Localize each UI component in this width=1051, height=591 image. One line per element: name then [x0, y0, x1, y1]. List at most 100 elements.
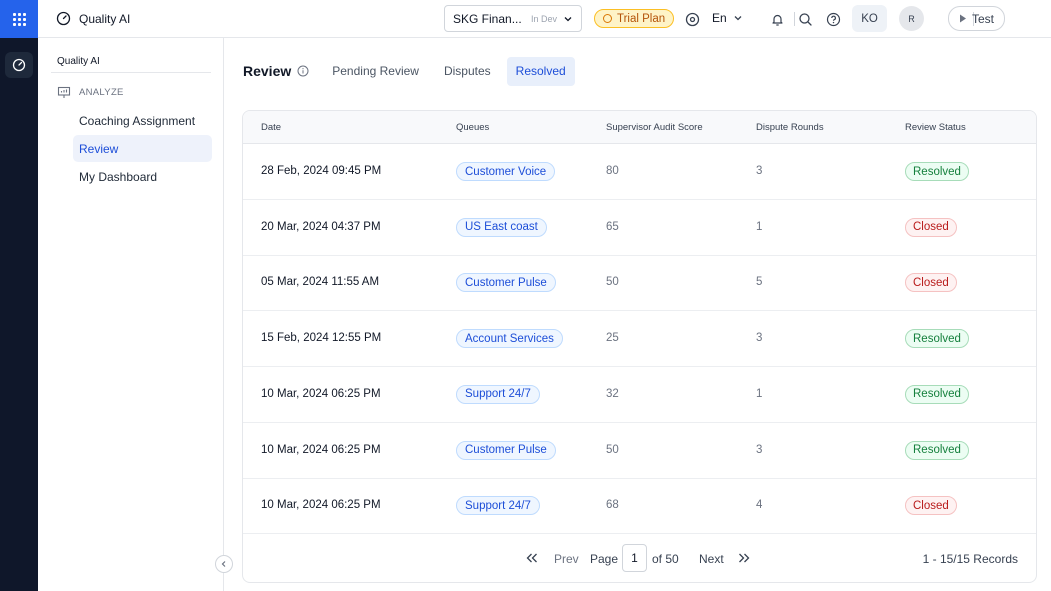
- review-tabs: Review Pending Review Disputes Resolved: [243, 56, 582, 86]
- cell-date: 05 Mar, 2024 11:55 AM: [261, 276, 380, 289]
- status-badge: Closed: [905, 496, 957, 516]
- table-row[interactable]: 05 Mar, 2024 11:55 AM Customer Pulse 50 5 Cl…: [243, 255, 1036, 312]
- column-header-score[interactable]: Supervisor Audit Score: [606, 122, 703, 133]
- status-badge: Resolved: [905, 440, 969, 460]
- queue-tag: Support 24/7: [456, 496, 540, 516]
- language-select[interactable]: En: [712, 11, 743, 25]
- tab-pending-review[interactable]: Pending Review: [323, 57, 428, 86]
- cell-date: 10 Mar, 2024 06:25 PM: [261, 443, 381, 456]
- language-label: En: [712, 11, 727, 25]
- sidebar-header: Quality AI: [57, 56, 100, 67]
- app-rail: [0, 0, 38, 591]
- grid-icon: [12, 12, 26, 26]
- gauge-icon: [56, 11, 71, 26]
- status-badge: Resolved: [905, 384, 969, 404]
- notifications-button[interactable]: [768, 10, 786, 28]
- sidebar-item-label: My Dashboard: [79, 169, 158, 184]
- queue-tag: US East coast: [456, 217, 547, 237]
- queue-tag: Customer Voice: [456, 162, 556, 181]
- test-button-label: Test: [971, 11, 994, 26]
- settings-button[interactable]: [683, 10, 701, 28]
- app-title: Quality AI: [56, 11, 130, 26]
- column-header-review-status[interactable]: Review Status: [905, 122, 966, 133]
- status-badge: Closed: [905, 217, 957, 237]
- status-badge: Resolved: [905, 329, 969, 349]
- cell-score: 80: [606, 165, 619, 177]
- pagination: Prev Page 1 of 50 Next 1 - 15/15 Records: [243, 534, 1036, 582]
- page-title-text: Review: [243, 63, 292, 79]
- column-header-queues[interactable]: Queues: [456, 122, 489, 133]
- table-row[interactable]: 28 Feb, 2024 09:45 PM Customer Voice 80 3 Re…: [243, 144, 1036, 200]
- app-launcher-button[interactable]: [0, 0, 38, 38]
- cell-dispute-rounds: 3: [756, 443, 763, 456]
- cell-score: 50: [606, 443, 619, 456]
- column-header-dispute-rounds[interactable]: Dispute Rounds: [756, 122, 824, 133]
- tab-resolved[interactable]: Resolved: [506, 56, 575, 86]
- table-row[interactable]: 10 Mar, 2024 06:25 PM Customer Pulse 50 3 Re…: [243, 423, 1036, 479]
- search-icon: [798, 12, 812, 26]
- cell-dispute-rounds: 4: [756, 499, 763, 512]
- rail-item-quality-ai[interactable]: [5, 52, 33, 78]
- gauge-icon: [12, 58, 26, 72]
- column-header-date[interactable]: Date: [261, 122, 281, 133]
- next-page-button[interactable]: Next: [699, 552, 724, 566]
- cell-score: 65: [606, 220, 619, 233]
- prev-page-button[interactable]: Prev: [554, 552, 579, 566]
- queue-tag: Account Services: [456, 329, 563, 349]
- clock-icon: [603, 14, 612, 23]
- help-icon: [826, 12, 840, 26]
- trial-plan-badge[interactable]: Trial Plan: [594, 9, 675, 28]
- table-header: Date Queues Supervisor Audit Score Dispu…: [243, 111, 1036, 144]
- last-page-button[interactable]: [738, 552, 750, 566]
- divider: [51, 72, 211, 73]
- collapse-sidebar-button[interactable]: [215, 555, 233, 573]
- first-page-button[interactable]: [526, 552, 538, 566]
- org-env-label: In Dev: [530, 13, 557, 24]
- sidebar-item-review[interactable]: Review: [73, 135, 212, 162]
- table-row[interactable]: 15 Feb, 2024 12:55 PM Account Services 25 3…: [243, 311, 1036, 368]
- cell-score: 50: [606, 276, 619, 289]
- cell-score: 25: [606, 332, 619, 345]
- divider: [794, 12, 795, 26]
- table-row[interactable]: 10 Mar, 2024 06:25 PM Support 24/7 68 4 Clos…: [243, 478, 1036, 535]
- total-pages-label: of 50: [652, 552, 679, 566]
- help-button[interactable]: [824, 10, 842, 28]
- user-initials-button[interactable]: KO: [852, 5, 887, 32]
- status-badge: Closed: [905, 273, 957, 293]
- org-select[interactable]: SKG Finan... In Dev: [444, 5, 582, 32]
- sidebar-item-label: Coaching Assignment: [79, 113, 196, 128]
- table-row[interactable]: 20 Mar, 2024 04:37 PM US East coast 65 1 Clo…: [243, 200, 1036, 256]
- test-button[interactable]: Test: [948, 6, 1005, 31]
- cell-date: 20 Mar, 2024 04:37 PM: [261, 220, 381, 233]
- sidebar-section-label: ANALYZE: [79, 87, 124, 98]
- app-title-text: Quality AI: [79, 11, 131, 26]
- sidebar-item-coaching-assignment[interactable]: Coaching Assignment: [73, 107, 212, 134]
- info-icon[interactable]: [297, 65, 309, 77]
- chevron-down-icon: [564, 16, 572, 21]
- cell-dispute-rounds: 1: [756, 387, 763, 400]
- cell-score: 32: [606, 387, 619, 400]
- tab-disputes[interactable]: Disputes: [435, 57, 500, 86]
- sidebar-item-my-dashboard[interactable]: My Dashboard: [73, 163, 212, 190]
- trial-plan-label: Trial Plan: [617, 12, 666, 25]
- review-table: Date Queues Supervisor Audit Score Dispu…: [242, 110, 1037, 583]
- table-row[interactable]: 10 Mar, 2024 06:25 PM Support 24/7 32 1 Reso…: [243, 367, 1036, 423]
- target-icon: [685, 12, 699, 26]
- records-count: 1 - 15/15 Records: [922, 552, 1018, 566]
- cell-dispute-rounds: 3: [756, 332, 763, 345]
- cell-dispute-rounds: 5: [756, 276, 763, 289]
- org-name: SKG Finan...: [453, 11, 522, 26]
- queue-tag: Support 24/7: [456, 384, 540, 404]
- page-title: Review: [243, 63, 309, 79]
- queue-tag: Customer Pulse: [456, 440, 556, 460]
- queue-tag: Customer Pulse: [456, 273, 556, 293]
- bell-icon: [771, 14, 783, 26]
- page-input[interactable]: 1: [622, 544, 647, 572]
- page-label: Page: [590, 552, 619, 566]
- cell-date: 10 Mar, 2024 06:25 PM: [261, 499, 381, 512]
- avatar[interactable]: R: [899, 6, 924, 31]
- search-button[interactable]: [796, 10, 814, 28]
- presentation-chart-icon: [57, 86, 71, 98]
- cell-dispute-rounds: 3: [756, 165, 763, 177]
- sidebar-item-label: Review: [79, 141, 119, 156]
